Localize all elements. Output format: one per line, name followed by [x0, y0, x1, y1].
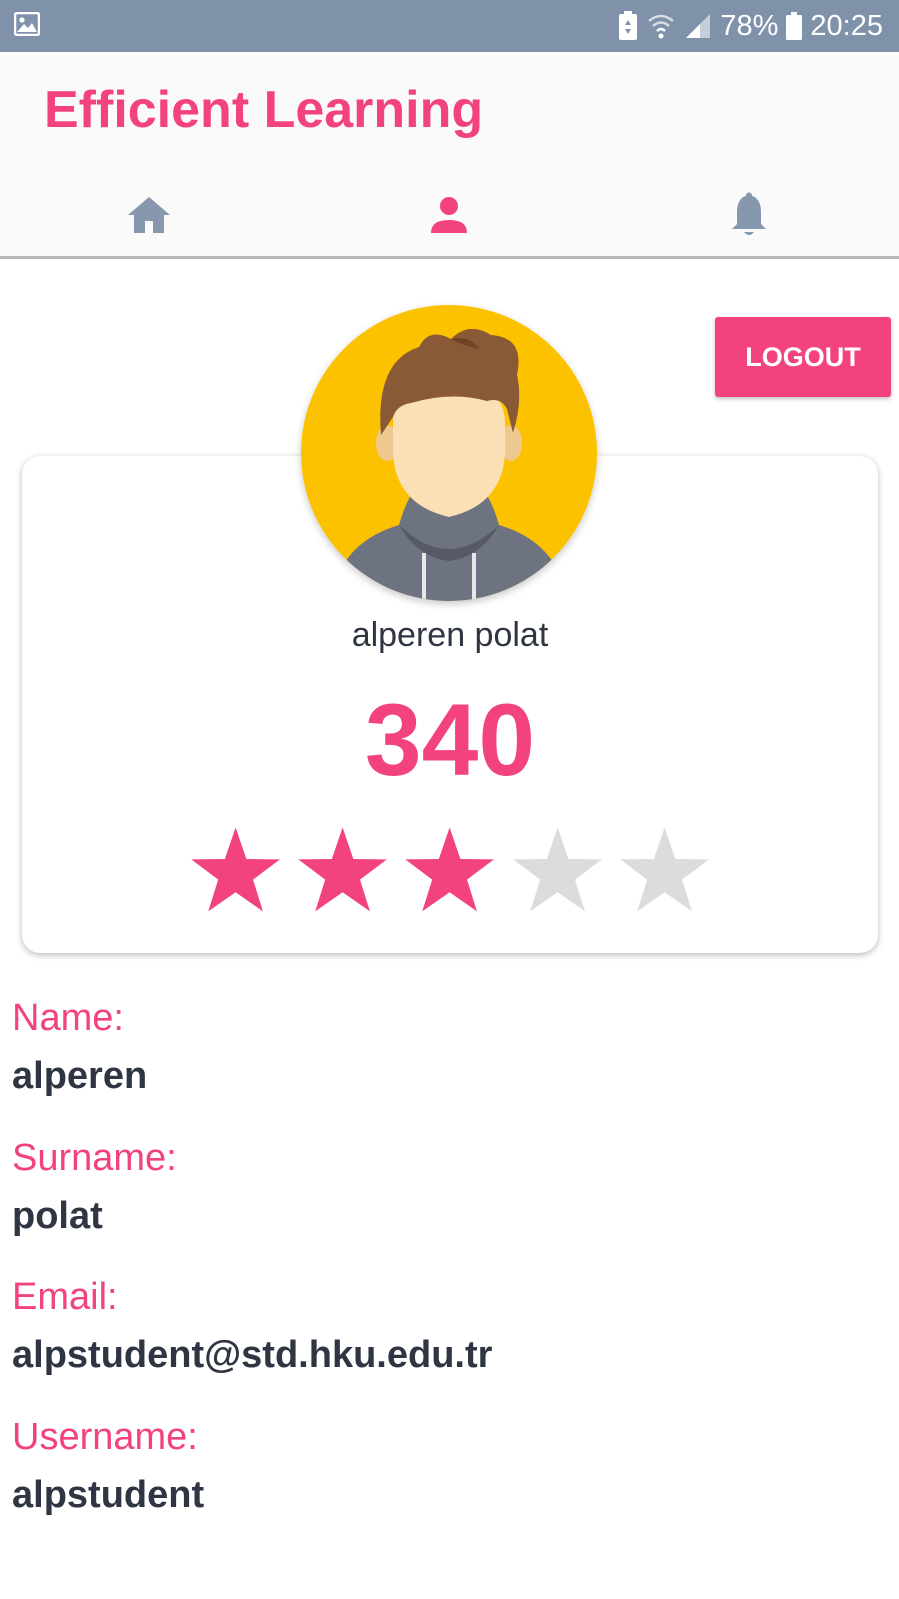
- star-icon: [512, 827, 602, 912]
- bell-icon: [732, 192, 766, 235]
- star-icon: [298, 827, 388, 912]
- gallery-icon: [13, 11, 41, 37]
- email-value: alpstudent@std.hku.edu.tr: [12, 1334, 493, 1376]
- star-rating: [190, 825, 710, 917]
- name-label: Name:: [12, 997, 124, 1039]
- tab-profile[interactable]: [404, 182, 494, 248]
- tab-notifications[interactable]: [704, 182, 794, 248]
- clock: 20:25: [810, 9, 883, 42]
- signal-icon: [686, 14, 711, 38]
- battery-saver-icon: [619, 11, 638, 40]
- logout-button[interactable]: LOGOUT: [715, 317, 891, 397]
- email-label: Email:: [12, 1276, 118, 1318]
- avatar: [301, 305, 597, 601]
- battery-percent: 78%: [720, 9, 779, 42]
- username-label: Username:: [12, 1416, 198, 1458]
- app-title: Efficient Learning: [44, 81, 484, 139]
- star-icon: [620, 827, 709, 912]
- surname-label: Surname:: [12, 1137, 177, 1179]
- person-icon: [431, 197, 467, 233]
- username-value: alpstudent: [12, 1474, 205, 1516]
- tab-home[interactable]: [104, 182, 194, 248]
- profile-full-name: alperen polat: [351, 616, 549, 654]
- surname-value: polat: [12, 1195, 103, 1237]
- battery-icon: [786, 12, 803, 40]
- app-header: Efficient Learning: [0, 52, 899, 259]
- profile-score: 340: [364, 683, 536, 797]
- name-value: alperen: [12, 1055, 148, 1097]
- status-bar: 78% 20:25: [0, 0, 899, 52]
- wifi-icon: [648, 14, 675, 39]
- star-icon: [191, 827, 280, 912]
- star-icon: [405, 827, 495, 912]
- home-icon: [128, 197, 170, 233]
